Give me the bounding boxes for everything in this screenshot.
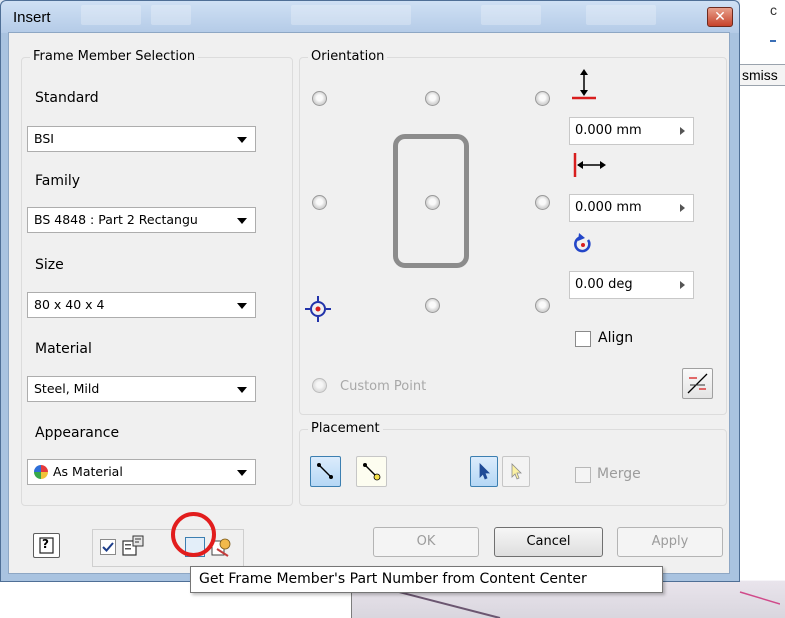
title-bar-ghost <box>81 5 141 25</box>
chevron-down-icon <box>237 137 247 143</box>
mirror-icon <box>687 373 708 394</box>
title-bar-ghost <box>586 5 656 25</box>
horizontal-offset-icon <box>573 153 606 177</box>
title-bar-ghost <box>481 5 541 25</box>
dialog-title: Insert <box>13 9 51 26</box>
merge-checkbox[interactable] <box>575 467 591 483</box>
placement-points-button[interactable] <box>356 456 387 487</box>
background-browser-link <box>770 40 776 42</box>
size-value: 80 x 40 x 4 <box>34 297 105 312</box>
title-bar-ghost <box>291 5 411 25</box>
ok-button[interactable]: OK <box>373 527 479 557</box>
mirror-frame-member-button[interactable] <box>682 368 713 399</box>
standard-label: Standard <box>35 90 99 106</box>
chevron-right-icon[interactable] <box>680 127 685 135</box>
apply-button[interactable]: Apply <box>617 527 723 557</box>
cursor-icon <box>479 463 490 480</box>
help-label: ? <box>42 537 49 551</box>
chevron-down-icon <box>237 218 247 224</box>
align-checkbox[interactable] <box>575 331 591 347</box>
horizontal-offset-input[interactable]: 0.000 mm <box>569 194 694 222</box>
frame-member-selection-title: Frame Member Selection <box>30 49 199 64</box>
background-browser-panel <box>740 0 785 618</box>
rotation-angle-input[interactable]: 0.00 deg <box>569 271 694 299</box>
standard-dropdown[interactable]: BSI <box>27 126 256 152</box>
vertical-offset-icon <box>572 69 596 100</box>
orientation-title: Orientation <box>308 49 388 64</box>
appearance-label: Appearance <box>35 425 120 441</box>
chevron-right-icon[interactable] <box>680 281 685 289</box>
custom-point-label: Custom Point <box>340 379 427 394</box>
chevron-right-icon[interactable] <box>680 204 685 212</box>
appearance-dropdown[interactable]: As Material <box>27 459 256 485</box>
family-label: Family <box>35 173 81 189</box>
anchor-bottom-left-selected-icon[interactable] <box>304 295 332 323</box>
profile-preview <box>393 134 469 268</box>
horizontal-offset-value: 0.000 mm <box>575 200 642 215</box>
rotation-angle-value: 0.00 deg <box>575 277 633 292</box>
align-label: Align <box>598 330 634 346</box>
size-label: Size <box>35 257 64 273</box>
checkmark-icon <box>102 542 114 552</box>
chevron-down-icon <box>237 303 247 309</box>
title-bar[interactable]: Insert ✕ <box>1 1 739 33</box>
custom-point-radio[interactable] <box>312 378 327 393</box>
chevron-down-icon <box>237 470 247 476</box>
merge-label: Merge <box>597 466 641 482</box>
size-dropdown[interactable]: 80 x 40 x 4 <box>27 292 256 318</box>
point-selection-icon <box>363 463 381 481</box>
vertical-offset-value: 0.000 mm <box>575 123 642 138</box>
family-dropdown[interactable]: BS 4848 : Part 2 Rectangu <box>27 207 256 233</box>
anchor-bottom-right-radio[interactable] <box>535 298 550 313</box>
background-browser-text: c <box>770 2 777 18</box>
chevron-down-icon <box>237 387 247 393</box>
placement-title: Placement <box>308 421 383 436</box>
anchor-top-right-radio[interactable] <box>535 91 550 106</box>
background-browser-tab[interactable]: smiss <box>739 64 785 86</box>
select-edge-button[interactable] <box>470 456 498 487</box>
part-number-tooltip: Get Frame Member's Part Number from Cont… <box>190 566 663 593</box>
family-value: BS 4848 : Part 2 Rectangu <box>34 212 198 227</box>
select-point-button[interactable] <box>502 456 530 487</box>
display-file-naming-checkbox[interactable] <box>100 539 116 555</box>
close-button[interactable]: ✕ <box>707 7 733 27</box>
material-value: Steel, Mild <box>34 381 100 396</box>
anchor-top-center-radio[interactable] <box>425 91 440 106</box>
file-naming-icon[interactable] <box>121 535 147 559</box>
placement-edge-button[interactable] <box>310 456 341 487</box>
cancel-button[interactable]: Cancel <box>494 527 603 557</box>
material-label: Material <box>35 341 92 357</box>
cursor-icon <box>511 463 522 480</box>
title-bar-ghost <box>151 5 191 25</box>
anchor-bottom-center-radio[interactable] <box>425 298 440 313</box>
anchor-middle-right-radio[interactable] <box>312 195 327 210</box>
standard-value: BSI <box>34 131 54 146</box>
anchor-middle-right-radio[interactable] <box>535 195 550 210</box>
anchor-top-left-radio[interactable] <box>312 91 327 106</box>
appearance-value: As Material <box>53 464 123 479</box>
help-button[interactable]: ? <box>33 533 60 558</box>
color-wheel-icon <box>34 464 48 479</box>
highlight-annotation-circle <box>171 512 216 557</box>
material-dropdown[interactable]: Steel, Mild <box>27 376 256 402</box>
orientation-group: Orientation <box>299 49 727 415</box>
rotate-icon <box>574 233 591 253</box>
edge-selection-icon <box>317 463 333 479</box>
vertical-offset-input[interactable]: 0.000 mm <box>569 117 694 145</box>
